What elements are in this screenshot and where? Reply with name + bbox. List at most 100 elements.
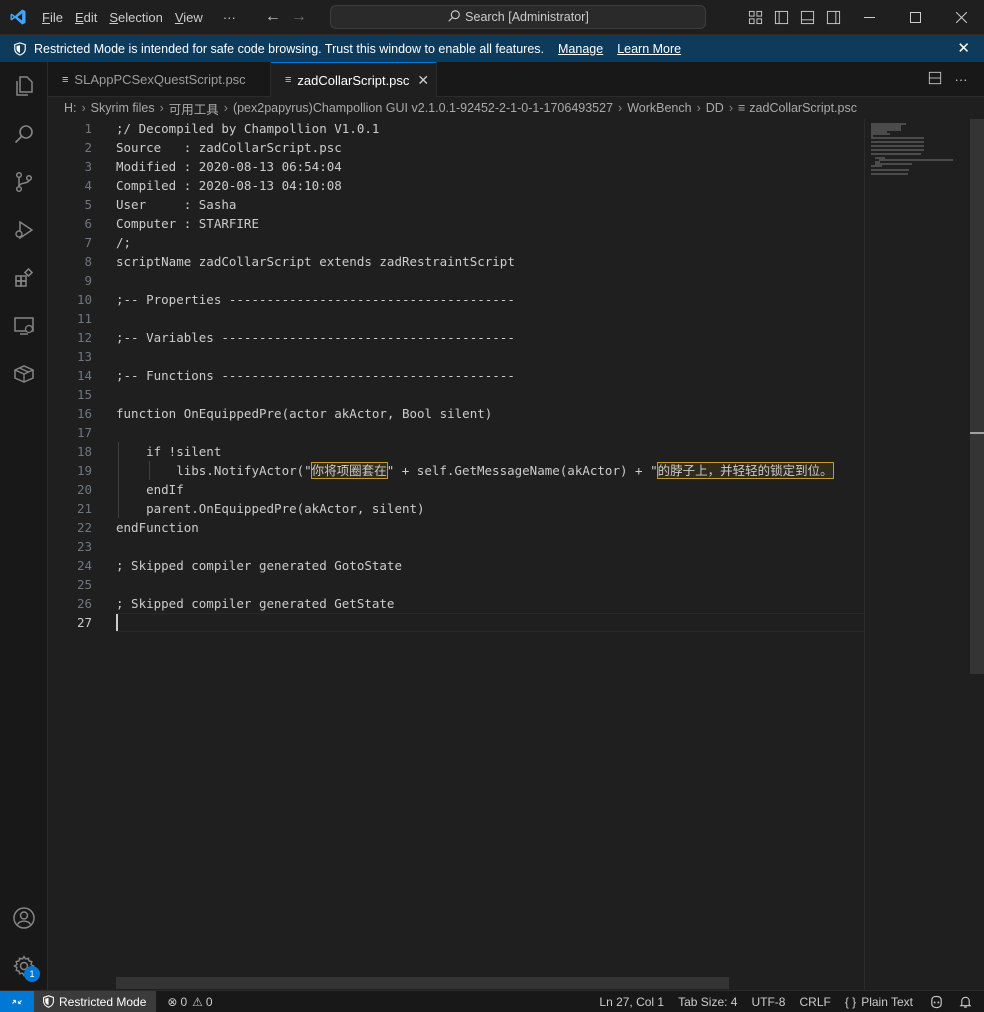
extensions-icon[interactable] bbox=[0, 254, 48, 302]
line-number: 27 bbox=[76, 615, 92, 630]
toggle-panel-icon[interactable] bbox=[794, 0, 820, 35]
breadcrumb-item[interactable]: DD bbox=[706, 101, 724, 115]
code-line[interactable]: endFunction bbox=[116, 518, 864, 537]
code-line[interactable] bbox=[116, 537, 864, 556]
status-bar: Restricted Mode ⊗ 0 ⚠ 0 Ln 27, Col 1 Tab… bbox=[0, 990, 984, 1012]
layout-controls bbox=[742, 0, 846, 35]
code-line[interactable]: User : Sasha bbox=[116, 195, 864, 214]
code-line[interactable]: Computer : STARFIRE bbox=[116, 214, 864, 233]
close-window-icon[interactable] bbox=[938, 0, 984, 35]
code-line[interactable] bbox=[116, 423, 864, 442]
customize-layout-icon[interactable] bbox=[742, 0, 768, 35]
remote-indicator-icon[interactable] bbox=[0, 990, 34, 1012]
tab-size[interactable]: Tab Size: 4 bbox=[671, 991, 744, 1012]
code-line[interactable]: /; bbox=[116, 233, 864, 252]
code-line[interactable]: Modified : 2020-08-13 06:54:04 bbox=[116, 157, 864, 176]
code-line[interactable]: libs.NotifyActor("你将项圈套在" + self.GetMess… bbox=[116, 461, 864, 480]
menu-selection[interactable]: Selection bbox=[103, 0, 168, 35]
menu-edit[interactable]: Edit bbox=[69, 0, 103, 35]
breadcrumb-item[interactable]: Skyrim files bbox=[91, 101, 155, 115]
breadcrumb-item[interactable]: WorkBench bbox=[627, 101, 691, 115]
toggle-secondary-sidebar-icon[interactable] bbox=[820, 0, 846, 35]
chevron-right-icon: › bbox=[159, 101, 164, 115]
line-number: 7 bbox=[84, 235, 92, 250]
code-line[interactable]: ;-- Properties -------------------------… bbox=[116, 290, 864, 309]
breadcrumb-item[interactable]: (pex2papyrus)Champollion GUI v2.1.0.1-92… bbox=[233, 101, 613, 115]
command-center-search[interactable]: Search [Administrator] bbox=[330, 5, 706, 29]
explorer-icon[interactable] bbox=[0, 62, 48, 110]
error-count: 0 bbox=[180, 994, 188, 1009]
horizontal-scrollbar-thumb[interactable] bbox=[116, 977, 729, 989]
code-line[interactable]: Compiled : 2020-08-13 04:10:08 bbox=[116, 176, 864, 195]
code-line[interactable]: ;/ Decompiled by Champollion V1.0.1 bbox=[116, 119, 864, 138]
file-lines-icon: ≡ bbox=[285, 74, 292, 86]
code-line[interactable]: ; Skipped compiler generated GotoState bbox=[116, 556, 864, 575]
code-line[interactable]: endIf bbox=[116, 480, 864, 499]
remote-explorer-icon[interactable] bbox=[0, 302, 48, 350]
breadcrumb-item[interactable]: 可用工具 bbox=[169, 99, 219, 118]
code-editor[interactable]: 1 2 3 4 5 6 7 8 9 10 11 12 13 14 15 16 17 18 19 20 21 22 23 24 2… bbox=[48, 119, 984, 990]
manage-gear-icon[interactable]: 1 bbox=[0, 942, 48, 990]
copilot-icon[interactable] bbox=[920, 991, 953, 1012]
code-line[interactable] bbox=[116, 309, 864, 328]
code-line[interactable]: scriptName zadCollarScript extends zadRe… bbox=[116, 252, 864, 271]
navigation-arrows: ← → bbox=[260, 8, 312, 26]
editor-tab-bar: ≡ SLAppPCSexQuestScript.psc ≡ zadCollarS… bbox=[48, 62, 984, 97]
line-number: 1 bbox=[84, 121, 92, 136]
run-debug-icon[interactable] bbox=[0, 206, 48, 254]
close-icon[interactable]: ✕ bbox=[957, 39, 970, 57]
menu-more[interactable]: ··· bbox=[217, 0, 242, 35]
accounts-icon[interactable] bbox=[0, 894, 48, 942]
code-line[interactable] bbox=[116, 271, 864, 290]
notifications-bell-icon[interactable] bbox=[953, 991, 984, 1012]
line-number: 14 bbox=[76, 368, 92, 383]
restricted-mode-indicator[interactable]: Restricted Mode bbox=[34, 990, 157, 1012]
split-editor-icon[interactable] bbox=[922, 71, 948, 88]
code-line[interactable]: ;-- Variables --------------------------… bbox=[116, 328, 864, 347]
line-number: 2 bbox=[84, 140, 92, 155]
more-actions-icon[interactable]: ··· bbox=[948, 72, 974, 87]
code-content[interactable]: ;/ Decompiled by Champollion V1.0.1 Sourc… bbox=[116, 119, 864, 632]
code-line[interactable] bbox=[116, 613, 864, 632]
encoding[interactable]: UTF-8 bbox=[744, 991, 792, 1012]
forward-arrow-icon[interactable]: → bbox=[286, 8, 312, 26]
end-of-line[interactable]: CRLF bbox=[792, 991, 837, 1012]
code-line[interactable] bbox=[116, 575, 864, 594]
package-icon[interactable] bbox=[0, 350, 48, 398]
language-mode[interactable]: { } Plain Text bbox=[838, 991, 920, 1012]
menu-file[interactable]: File bbox=[36, 0, 69, 35]
search-icon[interactable] bbox=[0, 110, 48, 158]
code-line[interactable]: function OnEquippedPre(actor akActor, Bo… bbox=[116, 404, 864, 423]
tab-label: SLAppPCSexQuestScript.psc bbox=[74, 72, 246, 87]
maximize-icon[interactable] bbox=[892, 0, 938, 35]
tab-zadcollarscript[interactable]: ≡ zadCollarScript.psc ✕ bbox=[271, 62, 437, 97]
code-line[interactable]: if !silent bbox=[116, 442, 864, 461]
problems-indicator[interactable]: ⊗ 0 ⚠ 0 bbox=[160, 991, 219, 1012]
cursor-position[interactable]: Ln 27, Col 1 bbox=[592, 991, 671, 1012]
line-number: 20 bbox=[76, 482, 92, 497]
vertical-scrollbar[interactable] bbox=[970, 119, 984, 990]
breadcrumb-item[interactable]: H: bbox=[64, 101, 77, 115]
close-tab-icon[interactable]: ✕ bbox=[417, 72, 429, 89]
back-arrow-icon[interactable]: ← bbox=[260, 8, 286, 26]
line-number: 12 bbox=[76, 330, 92, 345]
manage-link[interactable]: Manage bbox=[558, 42, 603, 56]
source-control-icon[interactable] bbox=[0, 158, 48, 206]
code-line[interactable] bbox=[116, 347, 864, 366]
code-line[interactable]: parent.OnEquippedPre(akActor, silent) bbox=[116, 499, 864, 518]
breadcrumb-item[interactable]: zadCollarScript.psc bbox=[749, 101, 857, 115]
code-line[interactable] bbox=[116, 385, 864, 404]
tab-slappcsexquestscript[interactable]: ≡ SLAppPCSexQuestScript.psc bbox=[48, 62, 271, 97]
code-line[interactable]: ;-- Functions --------------------------… bbox=[116, 366, 864, 385]
minimap[interactable] bbox=[864, 119, 970, 990]
learn-more-link[interactable]: Learn More bbox=[617, 42, 681, 56]
menu-view[interactable]: View bbox=[169, 0, 209, 35]
toggle-primary-sidebar-icon[interactable] bbox=[768, 0, 794, 35]
code-line[interactable]: ; Skipped compiler generated GetState bbox=[116, 594, 864, 613]
vertical-scrollbar-thumb[interactable] bbox=[970, 119, 984, 674]
minimize-icon[interactable] bbox=[846, 0, 892, 35]
notification-badge: 1 bbox=[24, 966, 40, 982]
code-line[interactable]: Source : zadCollarScript.psc bbox=[116, 138, 864, 157]
search-icon bbox=[447, 9, 461, 26]
line-number: 15 bbox=[76, 387, 92, 402]
